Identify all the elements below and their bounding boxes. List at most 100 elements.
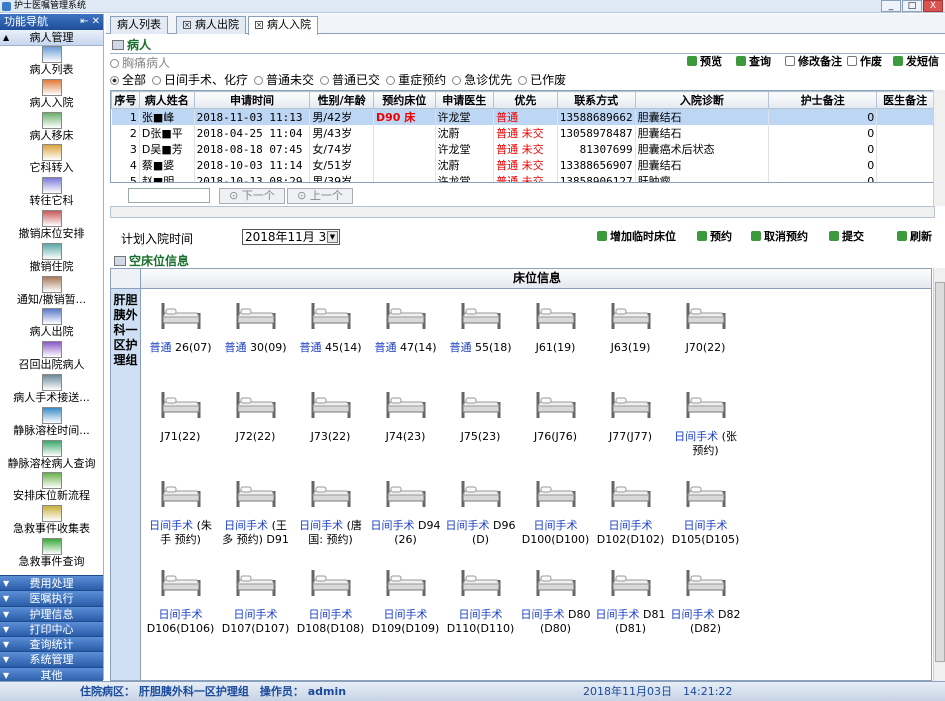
bed-card[interactable]: 普通 45(14) [293,295,368,383]
bed-card[interactable]: J61(19) [518,295,593,383]
column-header[interactable]: 入院诊断 [634,91,770,109]
tab[interactable]: 病人列表 [110,16,168,34]
bed-card[interactable]: J73(22) [293,384,368,472]
sidebar-item[interactable]: 病人移床 [0,111,103,145]
close-button[interactable]: X [923,0,943,12]
sidebar-item[interactable]: 撤销住院 [0,242,103,276]
toolbar-button[interactable]: 查询 [736,55,771,69]
column-header[interactable]: 序号 [111,91,140,109]
bed-card[interactable]: J76(J76) [518,384,593,472]
bed-card[interactable]: 日间手术 (张 预约) [668,384,743,472]
bed-card[interactable]: 日间手术 (王多 预约) D91 [218,473,293,561]
column-header[interactable]: 预约床位 [372,91,436,109]
filter-option[interactable]: 日间手术、化疗 [152,73,248,87]
filter-option[interactable]: 急诊优先 [452,73,512,87]
bed-card[interactable]: J77(J77) [593,384,668,472]
tab[interactable]: × 病人出院 [176,16,246,34]
bed-card[interactable]: 普通 26(07) [143,295,218,383]
group-patient-management[interactable]: ▲ 病人管理 [0,30,103,46]
filter-option[interactable]: 普通未交 [254,73,314,87]
table-row[interactable]: 1 张■峰 2018-11-03 11:13 男/42岁 D90 床许龙堂 普通 1358… [111,108,934,125]
table-row[interactable]: 5 赵■明 2018-10-13 08:29 男/39岁 许龙堂 普通 未交 1385890… [111,173,934,182]
toolbar-button[interactable]: 发短信 [893,55,939,69]
prev-button[interactable]: ⊙ 上一个 [287,188,353,204]
bed-card[interactable]: J63(19) [593,295,668,383]
nav-group[interactable]: ▼ 护理信息 [0,605,103,621]
plan-action-button[interactable]: 增加临时床位 [597,230,676,244]
pager-input[interactable] [128,188,210,203]
bed-card[interactable]: 日间手术 D106(D106) [143,562,218,650]
bed-card[interactable]: 日间手术 D82 (D82) [668,562,743,650]
bed-grid-scrollbar[interactable] [933,268,945,681]
table-row[interactable]: 4 蔡■婆 2018-10-03 11:14 女/51岁 沈蔚 普通 未交 13388656… [111,157,934,173]
column-header[interactable]: 优先 [493,91,558,109]
column-header[interactable]: 申请医生 [434,91,495,109]
bed-card[interactable]: J72(22) [218,384,293,472]
column-header[interactable]: 医生备注 [876,91,934,109]
column-header[interactable]: 性别/年龄 [309,91,374,109]
nav-group[interactable]: ▼ 医嘱执行 [0,590,103,606]
table-horizontal-scrollbar[interactable] [110,206,935,218]
minimize-button[interactable]: _ [881,0,901,12]
toolbar-button[interactable]: 修改备注 [785,55,842,69]
bed-card[interactable]: J74(23) [368,384,443,472]
chevron-down-icon[interactable]: ▼ [327,231,338,243]
sidebar-item[interactable]: 撤销床位安排 [0,209,103,243]
table-row[interactable]: 3 D吴■芳 2018-08-18 07:45 女/74岁 许龙堂 普通 未交 813076… [111,141,934,157]
sidebar-item[interactable]: 病人手术接送... [0,373,103,407]
nav-group[interactable]: ▼ 查询统计 [0,636,103,652]
bed-card[interactable]: 日间手术 D96 (D) [443,473,518,561]
filter-option[interactable]: 普通已交 [320,73,380,87]
nav-group[interactable]: ▼ 打印中心 [0,620,103,637]
bed-card[interactable]: 日间手术 D80 (D80) [518,562,593,650]
filter-option[interactable]: 已作废 [518,73,566,87]
toolbar-button[interactable]: 预览 [687,55,722,69]
bed-card[interactable]: 日间手术 D109(D109) [368,562,443,650]
sidebar-item[interactable]: 静脉溶栓时间... [0,406,103,440]
sidebar-item[interactable]: 转往它科 [0,177,103,210]
bed-card[interactable]: 日间手术 D105(D105) [668,473,743,561]
bed-card[interactable]: 普通 47(14) [368,295,443,383]
table-row[interactable]: 2 D张■平 2018-04-25 11:04 男/43岁 沈蔚 普通 未交 1305897… [111,125,934,141]
bed-card[interactable]: 日间手术 D108(D108) [293,562,368,650]
sidebar-item[interactable]: 静脉溶栓病人查询 [0,439,103,473]
column-header[interactable]: 申请时间 [193,91,311,109]
bed-card[interactable]: 日间手术 D100(D100) [518,473,593,561]
chest-pain-option[interactable]: 胸痛病人 [110,56,170,70]
close-tab-icon[interactable]: × [255,21,263,29]
plan-action-button[interactable]: 取消预约 [751,230,808,244]
bed-card[interactable]: 日间手术 D110(D110) [443,562,518,650]
sidebar-item[interactable]: 病人入院 [0,78,103,112]
bed-card[interactable]: J70(22) [668,295,743,383]
bed-card[interactable]: J75(23) [443,384,518,472]
column-header[interactable]: 联系方式 [556,91,636,109]
sidebar-item[interactable]: 病人列表 [0,46,103,79]
sidebar-item[interactable]: 通知/撤销暂... [0,275,103,309]
tab[interactable]: × 病人入院 [248,16,318,35]
scroll-thumb[interactable] [935,282,945,662]
bed-card[interactable]: 普通 30(09) [218,295,293,383]
plan-date-picker[interactable]: 2018年11月 3日 ▼ [242,229,340,245]
bed-card[interactable]: 日间手术 (唐 国: 预约) [293,473,368,561]
sidebar-item[interactable]: 病人出院 [0,308,103,341]
pin-icon[interactable]: ⇤ ✕ [80,14,100,30]
sidebar-item[interactable]: 召回出院病人 [0,341,103,374]
bed-card[interactable]: 日间手术 D102(D102) [593,473,668,561]
sidebar-item[interactable]: 安排床位新流程 [0,472,103,505]
bed-card[interactable]: 日间手术 D81 (D81) [593,562,668,650]
sidebar-item[interactable]: 急救事件查询 [0,537,103,571]
plan-action-button[interactable]: 提交 [829,230,864,244]
plan-action-button[interactable]: 刷新 [897,230,932,244]
next-button[interactable]: ⊙ 下一个 [219,188,285,204]
filter-option[interactable]: 全部 [110,73,146,87]
column-header[interactable]: 病人姓名 [138,91,195,109]
nav-group[interactable]: ▼ 费用处理 [0,575,103,591]
bed-card[interactable]: 日间手术 D107(D107) [218,562,293,650]
table-vertical-scrollbar[interactable] [933,90,945,206]
bed-card[interactable]: J71(22) [143,384,218,472]
nav-group[interactable]: ▼ 其他 [0,666,103,683]
bed-card[interactable]: 日间手术 D94 (26) [368,473,443,561]
toolbar-button[interactable]: 作废 [847,55,882,69]
maximize-button[interactable]: □ [902,0,922,12]
close-tab-icon[interactable]: × [183,21,191,29]
